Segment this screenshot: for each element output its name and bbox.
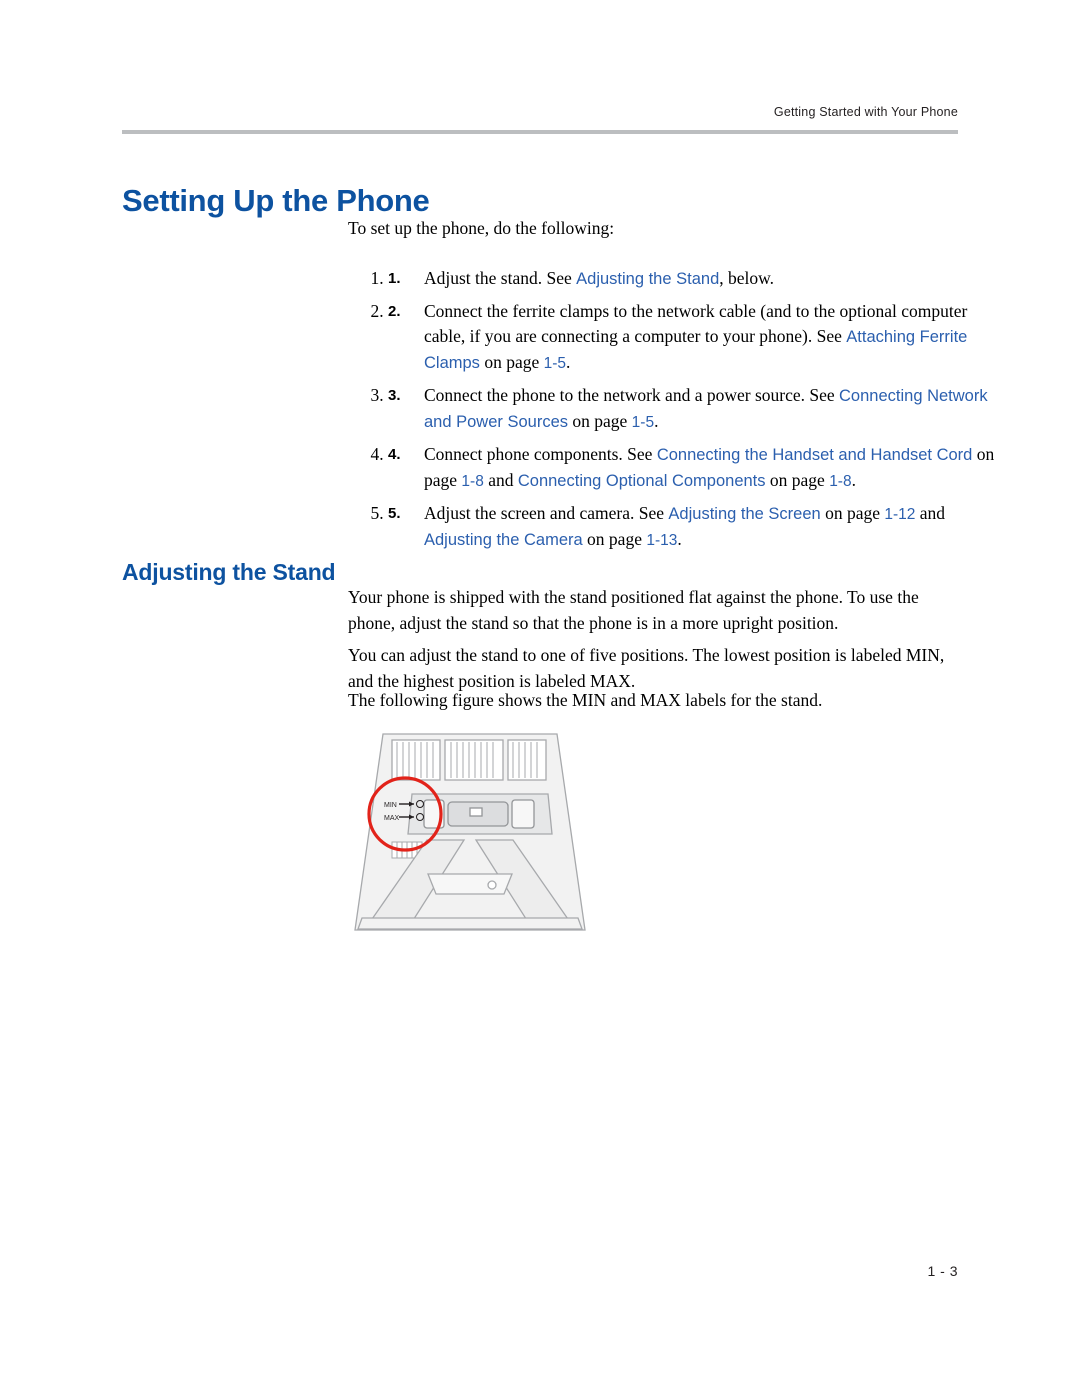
running-header: Getting Started with Your Phone	[773, 105, 958, 119]
cross-reference-page[interactable]: 1-5	[544, 355, 566, 372]
step-number: 2.	[388, 303, 401, 320]
setup-step: 1. Adjust the stand. See Adjusting the St…	[388, 266, 1003, 292]
paragraph-five-positions: You can adjust the stand to one of five …	[348, 645, 945, 691]
document-page: Getting Started with Your Phone Setting …	[0, 0, 1080, 1397]
step-text: .	[566, 352, 571, 372]
section-heading-adjusting-the-stand: Adjusting the Stand	[122, 559, 336, 586]
cross-reference-page[interactable]: 1-12	[884, 506, 915, 523]
step-text: Adjust the screen and camera. See	[424, 503, 669, 523]
cross-reference-link[interactable]: Adjusting the Screen	[668, 505, 820, 523]
step-text: Connect the phone to the network and a p…	[424, 385, 840, 405]
cross-reference-page[interactable]: 1-8	[461, 473, 483, 490]
step-text: on page	[582, 529, 647, 549]
step-text: .	[677, 529, 682, 549]
page-number: 1 - 3	[927, 1263, 958, 1279]
setup-step: 5. Adjust the screen and camera. See Adju…	[388, 501, 1003, 553]
figure-label-min: MIN	[384, 802, 397, 809]
step-text: on page	[820, 503, 885, 523]
step-number: 5.	[388, 505, 401, 522]
step-text: Connect phone components. See	[424, 444, 657, 464]
cross-reference-link[interactable]: Adjusting the Camera	[424, 531, 583, 549]
cross-reference-page[interactable]: 1-5	[632, 414, 654, 431]
setup-step: 4. Connect phone components. See Connecti…	[388, 442, 1003, 494]
step-text: , below.	[719, 268, 775, 288]
setup-step: 2.Connect the ferrite clamps to the netw…	[388, 299, 1003, 376]
cross-reference-link[interactable]: Adjusting the Stand	[576, 270, 719, 288]
step-text: and	[915, 503, 946, 523]
step-text: on page	[479, 352, 544, 372]
step-number: 4.	[388, 446, 401, 463]
step-text: .	[654, 411, 659, 431]
cross-reference-page[interactable]: 1-13	[646, 532, 677, 549]
step-text: and	[483, 470, 518, 490]
cross-reference-link[interactable]: Connecting Optional Components	[518, 472, 766, 490]
page-title: Setting Up the Phone	[122, 182, 430, 218]
header-divider	[122, 130, 958, 134]
figure-label-max: MAX	[384, 815, 400, 822]
step-number: 3.	[388, 387, 401, 404]
setup-steps-list: 1. Adjust the stand. See Adjusting the St…	[348, 266, 1003, 560]
step-text: on page	[765, 470, 830, 490]
paragraph-figure-intro: The following figure shows the MIN and M…	[348, 690, 823, 710]
phone-stand-figure: MIN MAX	[352, 722, 612, 942]
step-text: Adjust the stand. See	[424, 268, 577, 288]
intro-paragraph: To set up the phone, do the following:	[348, 218, 615, 238]
step-number: 1.	[388, 270, 401, 287]
paragraph-stand-shipped: Your phone is shipped with the stand pos…	[348, 587, 919, 633]
cross-reference-link[interactable]: Connecting the Handset and Handset Cord	[657, 446, 973, 464]
cross-reference-page[interactable]: 1-8	[829, 473, 851, 490]
setup-step: 3. Connect the phone to the network and a…	[388, 383, 1003, 435]
step-text: on page	[568, 411, 632, 431]
step-text: .	[851, 470, 856, 490]
